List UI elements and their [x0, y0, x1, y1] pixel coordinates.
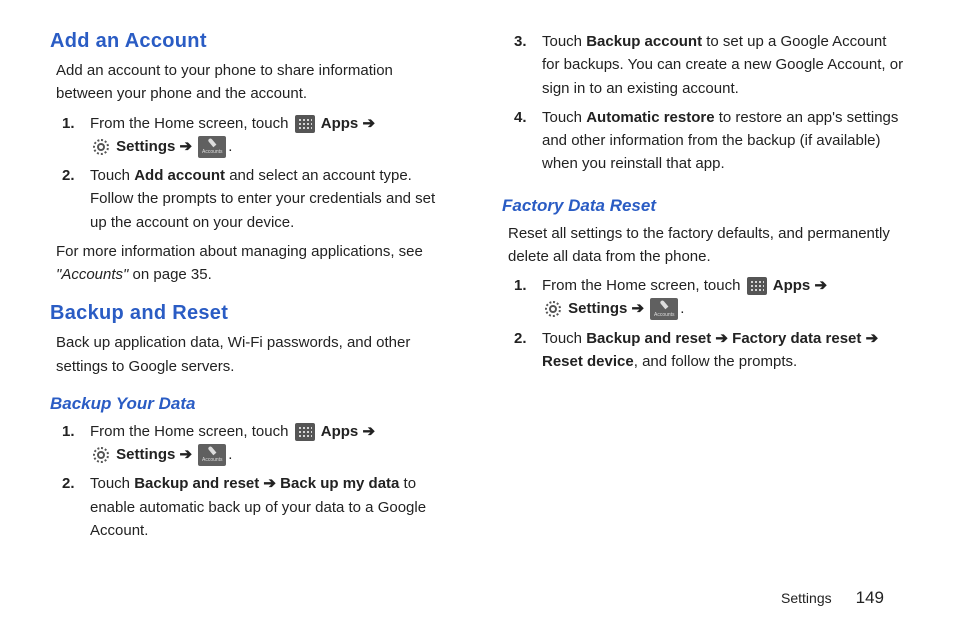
step-number: 4. [514, 106, 527, 129]
step-text: , and follow the prompts. [634, 353, 797, 370]
step-text: Touch [90, 475, 134, 492]
steps-continued: 3. Touch Backup account to set up a Goog… [502, 30, 904, 182]
period: . [228, 446, 232, 463]
step-1: 1. From the Home screen, touch Apps ➔ Se… [56, 112, 452, 159]
arrow-icon: ➔ [632, 300, 645, 317]
step-2: 2. Touch Backup and reset ➔ Factory data… [508, 327, 904, 374]
step-text: Touch [542, 33, 586, 50]
more-text: on page 35. [128, 266, 211, 283]
more-info: For more information about managing appl… [50, 240, 452, 287]
footer-page-number: 149 [856, 588, 884, 608]
bold-text: Reset device [542, 353, 634, 370]
settings-icon [92, 138, 110, 156]
step-number: 1. [62, 112, 75, 135]
italic-ref: "Accounts" [56, 266, 128, 283]
arrow-icon: ➔ [180, 138, 193, 155]
steps-backup-data: 1. From the Home screen, touch Apps ➔ Se… [50, 420, 452, 548]
apps-icon [747, 277, 767, 295]
settings-label: Settings [116, 138, 175, 155]
step-1: 1. From the Home screen, touch Apps ➔ Se… [56, 420, 452, 467]
arrow-icon: ➔ [715, 330, 728, 347]
accounts-icon [650, 298, 678, 320]
step-number: 2. [514, 327, 527, 350]
arrow-icon: ➔ [362, 115, 375, 132]
bold-text: Automatic restore [586, 109, 714, 126]
step-3: 3. Touch Backup account to set up a Goog… [508, 30, 904, 100]
arrow-icon: ➔ [263, 475, 276, 492]
settings-label: Settings [568, 300, 627, 317]
accounts-icon [198, 136, 226, 158]
step-number: 2. [62, 164, 75, 187]
step-text: From the Home screen, touch [90, 115, 293, 132]
heading-backup-data: Backup Your Data [50, 394, 452, 414]
heading-add-account: Add an Account [50, 30, 452, 53]
step-number: 3. [514, 30, 527, 53]
step-text: Touch [90, 167, 134, 184]
intro-backup-reset: Back up application data, Wi-Fi password… [50, 331, 452, 378]
page-footer: Settings 149 [781, 588, 884, 608]
apps-icon [295, 115, 315, 133]
settings-icon [544, 300, 562, 318]
step-number: 1. [62, 420, 75, 443]
step-text: From the Home screen, touch [542, 277, 745, 294]
footer-section: Settings [781, 590, 832, 606]
arrow-icon: ➔ [866, 330, 879, 347]
step-text: Touch [542, 330, 586, 347]
settings-icon [92, 446, 110, 464]
accounts-icon [198, 444, 226, 466]
bold-text: Add account [134, 167, 225, 184]
period: . [680, 300, 684, 317]
steps-add-account: 1. From the Home screen, touch Apps ➔ Se… [50, 112, 452, 240]
apps-label: Apps [773, 277, 811, 294]
step-number: 1. [514, 274, 527, 297]
intro-add-account: Add an account to your phone to share in… [50, 59, 452, 106]
bold-text: Backup account [586, 33, 702, 50]
apps-label: Apps [321, 115, 359, 132]
step-4: 4. Touch Automatic restore to restore an… [508, 106, 904, 176]
bold-text: Back up my data [280, 475, 399, 492]
arrow-icon: ➔ [814, 277, 827, 294]
steps-factory-reset: 1. From the Home screen, touch Apps ➔ Se… [502, 274, 904, 379]
apps-icon [295, 423, 315, 441]
bold-text: Factory data reset [732, 330, 861, 347]
step-text: Touch [542, 109, 586, 126]
more-text: For more information about managing appl… [56, 243, 423, 260]
heading-backup-reset: Backup and Reset [50, 302, 452, 325]
step-2: 2. Touch Backup and reset ➔ Back up my d… [56, 472, 452, 542]
step-1: 1. From the Home screen, touch Apps ➔ Se… [508, 274, 904, 321]
bold-text: Backup and reset [586, 330, 711, 347]
two-column-layout: Add an Account Add an account to your ph… [50, 30, 904, 570]
left-column: Add an Account Add an account to your ph… [50, 30, 452, 570]
arrow-icon: ➔ [180, 446, 193, 463]
settings-label: Settings [116, 446, 175, 463]
arrow-icon: ➔ [362, 423, 375, 440]
heading-factory-reset: Factory Data Reset [502, 196, 904, 216]
step-2: 2. Touch Add account and select an accou… [56, 164, 452, 234]
right-column: 3. Touch Backup account to set up a Goog… [502, 30, 904, 570]
period: . [228, 138, 232, 155]
apps-label: Apps [321, 423, 359, 440]
intro-factory-reset: Reset all settings to the factory defaul… [502, 222, 904, 269]
step-text: From the Home screen, touch [90, 423, 293, 440]
bold-text: Backup and reset [134, 475, 259, 492]
step-number: 2. [62, 472, 75, 495]
